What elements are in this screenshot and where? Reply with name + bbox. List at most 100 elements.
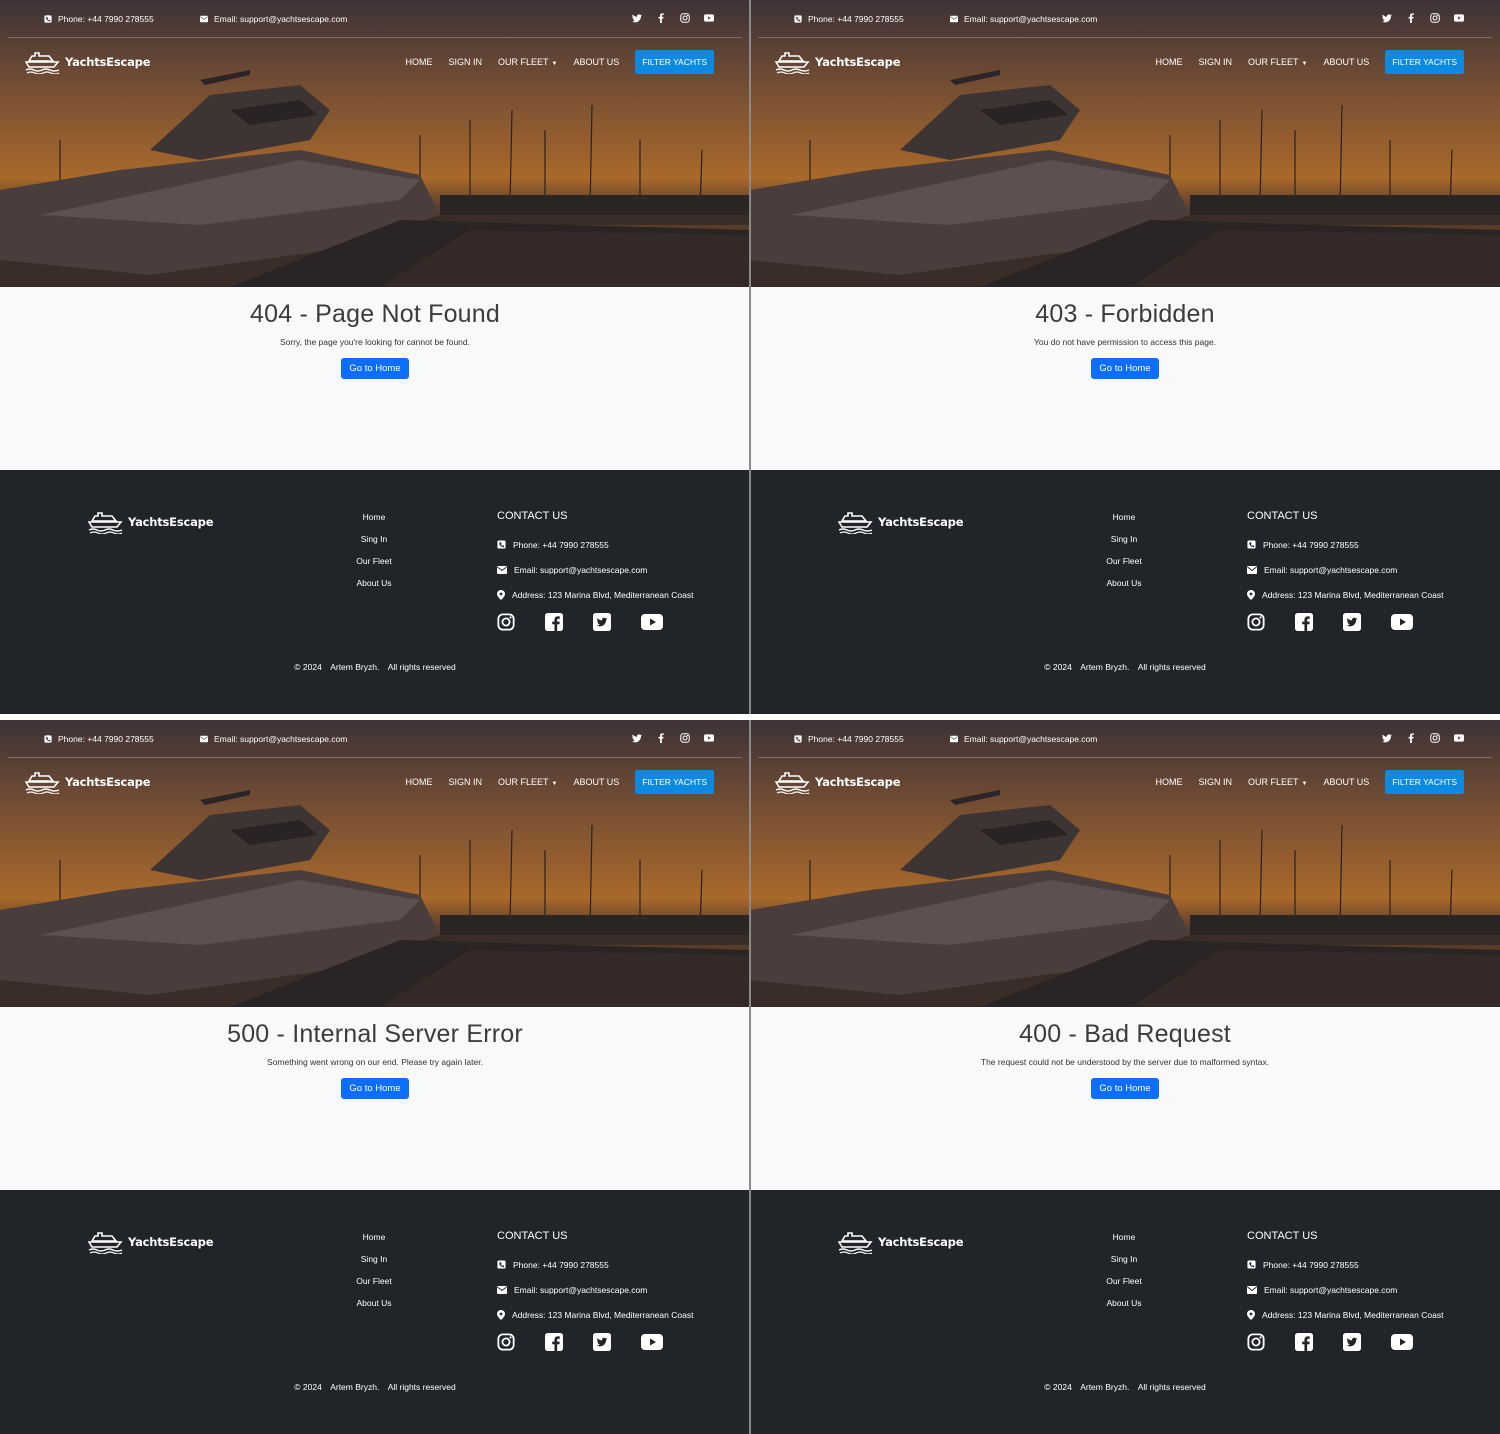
- instagram-icon[interactable]: [1430, 13, 1440, 23]
- nav-home[interactable]: HOME: [1155, 777, 1182, 787]
- footer-email[interactable]: Email: support@yachtsescape.com: [497, 557, 693, 582]
- twitter-icon[interactable]: [632, 733, 642, 743]
- brand-logo[interactable]: YachtsEscape: [25, 770, 150, 794]
- footer-phone[interactable]: Phone: +44 7990 278555: [497, 532, 693, 557]
- facebook-square-icon[interactable]: [1295, 612, 1343, 632]
- twitter-square-icon[interactable]: [593, 1332, 641, 1352]
- copyright-name: Artem Bryzh.: [1080, 1382, 1130, 1392]
- footer-link-signin[interactable]: Sing In: [1074, 1254, 1174, 1276]
- instagram-icon[interactable]: [497, 612, 545, 632]
- footer-logo[interactable]: YachtsEscape: [88, 1230, 213, 1254]
- instagram-icon[interactable]: [680, 13, 690, 23]
- youtube-icon[interactable]: [704, 13, 714, 23]
- footer-email[interactable]: Email: support@yachtsescape.com: [497, 1277, 693, 1302]
- twitter-icon[interactable]: [1382, 733, 1392, 743]
- footer-link-about[interactable]: About Us: [324, 578, 424, 600]
- topbar-phone[interactable]: Phone: +44 7990 278555: [794, 14, 904, 24]
- instagram-icon[interactable]: [680, 733, 690, 743]
- footer-logo[interactable]: YachtsEscape: [838, 510, 963, 534]
- footer-link-fleet[interactable]: Our Fleet: [1074, 556, 1174, 578]
- footer-link-home[interactable]: Home: [324, 1232, 424, 1254]
- footer-link-home[interactable]: Home: [1074, 1232, 1174, 1254]
- topbar-phone[interactable]: Phone: +44 7990 278555: [794, 734, 904, 744]
- youtube-icon[interactable]: [641, 1332, 689, 1352]
- twitter-square-icon[interactable]: [593, 612, 641, 632]
- go-home-button[interactable]: Go to Home: [341, 358, 409, 379]
- filter-yachts-button[interactable]: FILTER YACHTS: [1385, 770, 1464, 794]
- panel-divider-horizontal: [0, 714, 1500, 720]
- filter-yachts-button[interactable]: FILTER YACHTS: [1385, 50, 1464, 74]
- footer-link-about[interactable]: About Us: [324, 1298, 424, 1320]
- brand-logo[interactable]: YachtsEscape: [775, 50, 900, 74]
- nav-fleet-dropdown[interactable]: OUR FLEET ▼: [1248, 777, 1307, 787]
- facebook-icon[interactable]: [1406, 733, 1416, 743]
- nav-about[interactable]: ABOUT US: [1323, 777, 1369, 787]
- youtube-icon[interactable]: [641, 612, 689, 632]
- footer-logo[interactable]: YachtsEscape: [838, 1230, 963, 1254]
- footer-phone[interactable]: Phone: +44 7990 278555: [497, 1252, 693, 1277]
- youtube-icon[interactable]: [1454, 13, 1464, 23]
- top-info-bar: Phone: +44 7990 278555 Email: support@ya…: [758, 0, 1492, 38]
- nav-signin[interactable]: SIGN IN: [448, 777, 482, 787]
- twitter-square-icon[interactable]: [1343, 1332, 1391, 1352]
- topbar-email[interactable]: Email: support@yachtsescape.com: [200, 14, 347, 24]
- brand-logo[interactable]: YachtsEscape: [25, 50, 150, 74]
- footer-phone[interactable]: Phone: +44 7990 278555: [1247, 1252, 1443, 1277]
- footer-link-home[interactable]: Home: [324, 512, 424, 534]
- nav-home[interactable]: HOME: [405, 57, 432, 67]
- instagram-icon[interactable]: [1247, 612, 1295, 632]
- nav-home[interactable]: HOME: [1155, 57, 1182, 67]
- filter-yachts-button[interactable]: FILTER YACHTS: [635, 770, 714, 794]
- topbar-phone[interactable]: Phone: +44 7990 278555: [44, 734, 154, 744]
- go-home-button[interactable]: Go to Home: [1091, 1078, 1159, 1099]
- youtube-icon[interactable]: [1391, 612, 1439, 632]
- footer-logo[interactable]: YachtsEscape: [88, 510, 213, 534]
- footer-email[interactable]: Email: support@yachtsescape.com: [1247, 557, 1443, 582]
- nav-signin[interactable]: SIGN IN: [1198, 57, 1232, 67]
- footer-phone[interactable]: Phone: +44 7990 278555: [1247, 532, 1443, 557]
- facebook-icon[interactable]: [1406, 13, 1416, 23]
- footer-link-signin[interactable]: Sing In: [324, 1254, 424, 1276]
- brand-logo[interactable]: YachtsEscape: [775, 770, 900, 794]
- nav-home[interactable]: HOME: [405, 777, 432, 787]
- footer-link-fleet[interactable]: Our Fleet: [324, 1276, 424, 1298]
- footer-email[interactable]: Email: support@yachtsescape.com: [1247, 1277, 1443, 1302]
- footer-link-home[interactable]: Home: [1074, 512, 1174, 534]
- footer-link-fleet[interactable]: Our Fleet: [1074, 1276, 1174, 1298]
- nav-fleet-dropdown[interactable]: OUR FLEET ▼: [498, 57, 557, 67]
- twitter-icon[interactable]: [632, 13, 642, 23]
- youtube-icon[interactable]: [704, 733, 714, 743]
- nav-about[interactable]: ABOUT US: [573, 57, 619, 67]
- footer-link-about[interactable]: About Us: [1074, 578, 1174, 600]
- footer-link-signin[interactable]: Sing In: [1074, 534, 1174, 556]
- footer-link-signin[interactable]: Sing In: [324, 534, 424, 556]
- nav-signin[interactable]: SIGN IN: [1198, 777, 1232, 787]
- footer-link-fleet[interactable]: Our Fleet: [324, 556, 424, 578]
- topbar-email[interactable]: Email: support@yachtsescape.com: [950, 14, 1097, 24]
- instagram-icon[interactable]: [1430, 733, 1440, 743]
- nav-signin[interactable]: SIGN IN: [448, 57, 482, 67]
- topbar-email[interactable]: Email: support@yachtsescape.com: [950, 734, 1097, 744]
- facebook-square-icon[interactable]: [545, 1332, 593, 1352]
- copyright-name: Artem Bryzh.: [330, 662, 380, 672]
- nav-about[interactable]: ABOUT US: [1323, 57, 1369, 67]
- footer-link-about[interactable]: About Us: [1074, 1298, 1174, 1320]
- go-home-button[interactable]: Go to Home: [1091, 358, 1159, 379]
- youtube-icon[interactable]: [1391, 1332, 1439, 1352]
- nav-about[interactable]: ABOUT US: [573, 777, 619, 787]
- topbar-email[interactable]: Email: support@yachtsescape.com: [200, 734, 347, 744]
- nav-fleet-dropdown[interactable]: OUR FLEET ▼: [498, 777, 557, 787]
- twitter-square-icon[interactable]: [1343, 612, 1391, 632]
- filter-yachts-button[interactable]: FILTER YACHTS: [635, 50, 714, 74]
- youtube-icon[interactable]: [1454, 733, 1464, 743]
- instagram-icon[interactable]: [1247, 1332, 1295, 1352]
- facebook-icon[interactable]: [656, 13, 666, 23]
- twitter-icon[interactable]: [1382, 13, 1392, 23]
- go-home-button[interactable]: Go to Home: [341, 1078, 409, 1099]
- topbar-phone[interactable]: Phone: +44 7990 278555: [44, 14, 154, 24]
- facebook-square-icon[interactable]: [1295, 1332, 1343, 1352]
- facebook-icon[interactable]: [656, 733, 666, 743]
- nav-fleet-dropdown[interactable]: OUR FLEET ▼: [1248, 57, 1307, 67]
- instagram-icon[interactable]: [497, 1332, 545, 1352]
- facebook-square-icon[interactable]: [545, 612, 593, 632]
